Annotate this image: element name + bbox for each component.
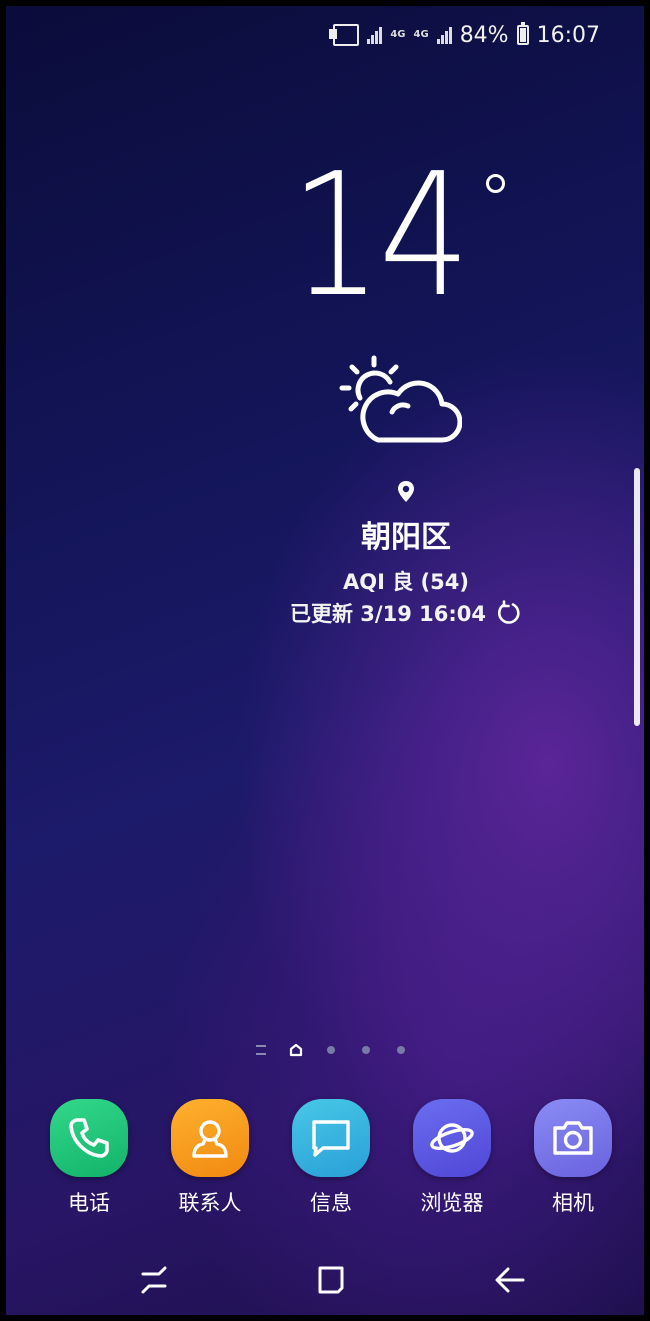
degree-symbol — [486, 174, 505, 193]
page-indicator-feed[interactable] — [244, 1040, 279, 1060]
phone-icon[interactable] — [50, 1099, 128, 1177]
battery-icon — [516, 22, 529, 45]
home-screen: 4G 4G 84% 16:07 14 朝阳区 AQI 良 (54) 已更新 3/… — [0, 0, 650, 1321]
message-icon[interactable] — [292, 1099, 370, 1177]
home-page-icon — [289, 1043, 303, 1057]
page-indicator-dot-4[interactable] — [384, 1040, 419, 1060]
refresh-icon[interactable] — [496, 600, 522, 626]
browser-planet-icon[interactable] — [413, 1099, 491, 1177]
page-indicator-home[interactable] — [279, 1040, 314, 1060]
recents-icon — [141, 1266, 167, 1294]
app-label-contacts: 联系人 — [178, 1191, 242, 1215]
app-contacts[interactable]: 联系人 — [165, 1099, 255, 1217]
app-browser[interactable]: 浏览器 — [407, 1099, 497, 1217]
navigation-bar — [6, 1254, 644, 1304]
home-icon — [318, 1266, 344, 1294]
edge-panel-handle[interactable] — [634, 468, 640, 726]
app-phone[interactable]: 电话 — [44, 1099, 134, 1217]
page-indicator — [6, 1040, 644, 1060]
battery-percentage: 84% — [459, 22, 509, 48]
network-type-4g-icon-1: 4G — [390, 29, 406, 40]
app-label-messages: 信息 — [310, 1191, 352, 1215]
last-updated-text: 已更新 3/19 16:04 — [290, 602, 486, 626]
network-type-4g-icon-2: 4G — [413, 29, 429, 40]
back-icon — [495, 1267, 525, 1293]
app-label-camera: 相机 — [552, 1191, 594, 1215]
sim-card-icon — [329, 24, 360, 46]
signal-strength-icon-1 — [367, 26, 383, 44]
status-bar: 4G 4G 84% 16:07 — [329, 16, 600, 54]
partly-cloudy-icon — [339, 355, 462, 443]
back-button[interactable] — [490, 1262, 530, 1298]
app-label-phone: 电话 — [68, 1191, 110, 1215]
temperature-display: 14 — [290, 137, 505, 335]
home-button[interactable] — [311, 1262, 351, 1298]
status-time: 16:07 — [536, 22, 600, 48]
app-label-browser: 浏览器 — [420, 1191, 484, 1215]
app-camera[interactable]: 相机 — [528, 1099, 618, 1217]
location-name: 朝阳区 — [361, 520, 451, 555]
temperature-value: 14 — [290, 137, 470, 335]
signal-strength-icon-2 — [436, 26, 452, 44]
recents-button[interactable] — [134, 1262, 174, 1298]
contacts-icon[interactable] — [171, 1099, 249, 1177]
page-indicator-dot-2[interactable] — [314, 1040, 349, 1060]
camera-icon[interactable] — [534, 1099, 612, 1177]
page-indicator-dot-3[interactable] — [349, 1040, 384, 1060]
app-messages[interactable]: 信息 — [286, 1099, 376, 1217]
location-pin-icon — [398, 481, 414, 502]
app-dock: 电话 联系人 信息 浏览器 相机 — [6, 1099, 644, 1217]
last-updated-row: 已更新 3/19 16:04 — [256, 598, 556, 628]
air-quality-index: AQI 良 (54) — [343, 570, 469, 594]
